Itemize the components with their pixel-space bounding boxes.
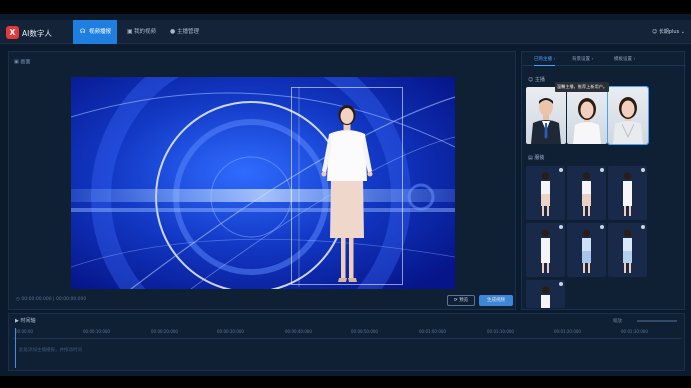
shirt-icon: ▤ [528,155,533,161]
outfit-card-4[interactable] [526,223,565,277]
anchor-card-male[interactable] [526,87,566,144]
preview-button[interactable]: ⟳ 预览 [447,295,475,306]
play-icon[interactable]: ▶ [15,318,19,324]
chevron-down-icon: ⌄ [680,29,685,35]
select-dot-icon [559,225,563,229]
user-menu[interactable]: ☺ 长期plus ⌄ [652,28,685,35]
tick-label: 00:01:20:000 [554,329,581,334]
tick-label: 00:00:10:000 [83,329,110,334]
outfit-section-label: 服装 [534,155,545,161]
tick-label: 00:01:10:000 [487,329,514,334]
tick-label: 00:00:30:000 [217,329,244,334]
nav-tab-broadcast[interactable]: ☊ 视频播报 [73,20,118,44]
tab-purchased-anchors[interactable]: 已购主播 › [534,56,556,66]
tab-label: 模板设置 [614,57,632,62]
select-dot-icon [559,282,563,286]
zoom-slider[interactable] [637,320,677,322]
screen-icon: ▣ [14,59,19,65]
generate-button-label: 生成视频 [487,298,505,303]
outfit-card-1[interactable] [526,166,565,220]
tick-label: 00:00:40:000 [285,329,312,334]
anchor-card-female-2[interactable] [607,86,649,145]
chevron-icon: › [591,57,594,62]
headset-icon: ☊ [80,28,86,35]
tab-label: 已购主播 [534,57,552,62]
workspace-title-text: 画面 [20,59,31,65]
preview-button-label: 预览 [459,298,469,303]
outfit-figure [623,172,632,216]
user-icon: ☺ [528,77,534,83]
top-bar: X AI数字人 ☊ 视频播报 ▣ 我的视频 ● 主播管理 ☺ 长期plus ⌄ [0,20,691,44]
nav-tab-my-videos[interactable]: ▣ 我的视频 [122,20,156,44]
anchor-tooltip: 温馨主播，推荐上新用户。 [555,82,609,92]
anchor-section-label: 主播 [534,77,545,83]
app-title: AI数字人 [22,29,52,38]
timecode-text: 00:00:00.000 | 00:00:00.000 [21,297,87,302]
tick-label: 00:01:00:000 [419,329,446,334]
tick-label: 00:00:00 [15,329,33,334]
nav-tab-anchor-management[interactable]: ● 主播管理 [165,20,199,44]
anchor-card-female-1[interactable] [567,87,607,144]
select-dot-icon [559,168,563,172]
anchor-female-2-portrait [613,97,643,144]
panel-tabs: 已购主播 › 背景设置 › 模板设置 › [522,52,686,66]
chevron-icon: › [553,57,556,62]
outfit-card-3[interactable] [608,166,647,220]
tab-label: 背景设置 [572,57,590,62]
tick-label: 00:00:20:000 [151,329,178,334]
outfit-card-7[interactable] [526,280,565,308]
clock-icon: ◷ [16,297,20,302]
tab-template-settings[interactable]: 模板设置 › [614,56,635,62]
anchor-section-title: ☺ 主播 [528,76,545,83]
timeline-panel: ▶ 时间轴 缩放 00:00:00 00:00:10:000 00:00:20:… [8,313,685,371]
select-dot-icon [641,168,645,172]
outfit-figure [582,172,591,216]
chevron-icon: › [633,57,636,62]
outfit-card-5[interactable] [567,223,606,277]
timecode: ◷ 00:00:00.000 | 00:00:00.000 [16,297,86,302]
timeline-ruler: 00:00:00 00:00:10:000 00:00:20:000 00:00… [13,329,681,339]
outfit-card-6[interactable] [608,223,647,277]
outfit-figure [623,229,632,273]
generate-video-button[interactable]: 生成视频 [479,295,513,306]
user-icon: ☺ [652,29,658,35]
outfit-section-title: ▤ 服装 [528,154,544,161]
nav-tab-label: 视频播报 [89,29,112,35]
app-window: X AI数字人 ☊ 视频播报 ▣ 我的视频 ● 主播管理 ☺ 长期plus ⌄ … [0,14,691,376]
outfit-card-2[interactable] [567,166,606,220]
playhead[interactable] [15,328,16,368]
app-logo: X [6,26,19,39]
zoom-label: 缩放 [613,319,622,324]
outfit-figure [582,229,591,273]
tick-label: 00:00:50:000 [351,329,378,334]
user-name: 长期plus [658,29,680,35]
timeline-hint: 此处添加主播播报，并拖动时间 [19,348,82,353]
preview-canvas[interactable] [71,77,455,289]
outfit-figure [541,172,550,216]
anchor-female-1-portrait [573,98,601,144]
nav-tab-label: 我的视频 [134,29,157,35]
select-dot-icon [600,168,604,172]
select-dot-icon [600,225,604,229]
user-icon: ● [170,28,176,35]
outfit-figure [541,229,550,273]
tab-background-settings[interactable]: 背景设置 › [572,56,593,62]
select-dot-icon [641,225,645,229]
nav-tab-label: 主播管理 [177,29,200,35]
timeline-title: ▶ 时间轴 [15,317,35,324]
anchor-male-portrait [531,98,561,144]
video-icon: ▣ [127,28,133,35]
timeline-title-text: 时间轴 [20,318,36,324]
workspace-title: ▣ 画面 [14,58,30,65]
tick-label: 00:01:30:000 [621,329,648,334]
refresh-icon: ⟳ [453,298,458,303]
workspace-panel: ▣ 画面 ◷ 00:00:00.000 | 00:00:00.000 ⟳ 预览 … [8,51,516,310]
presenter-figure[interactable] [317,101,377,286]
